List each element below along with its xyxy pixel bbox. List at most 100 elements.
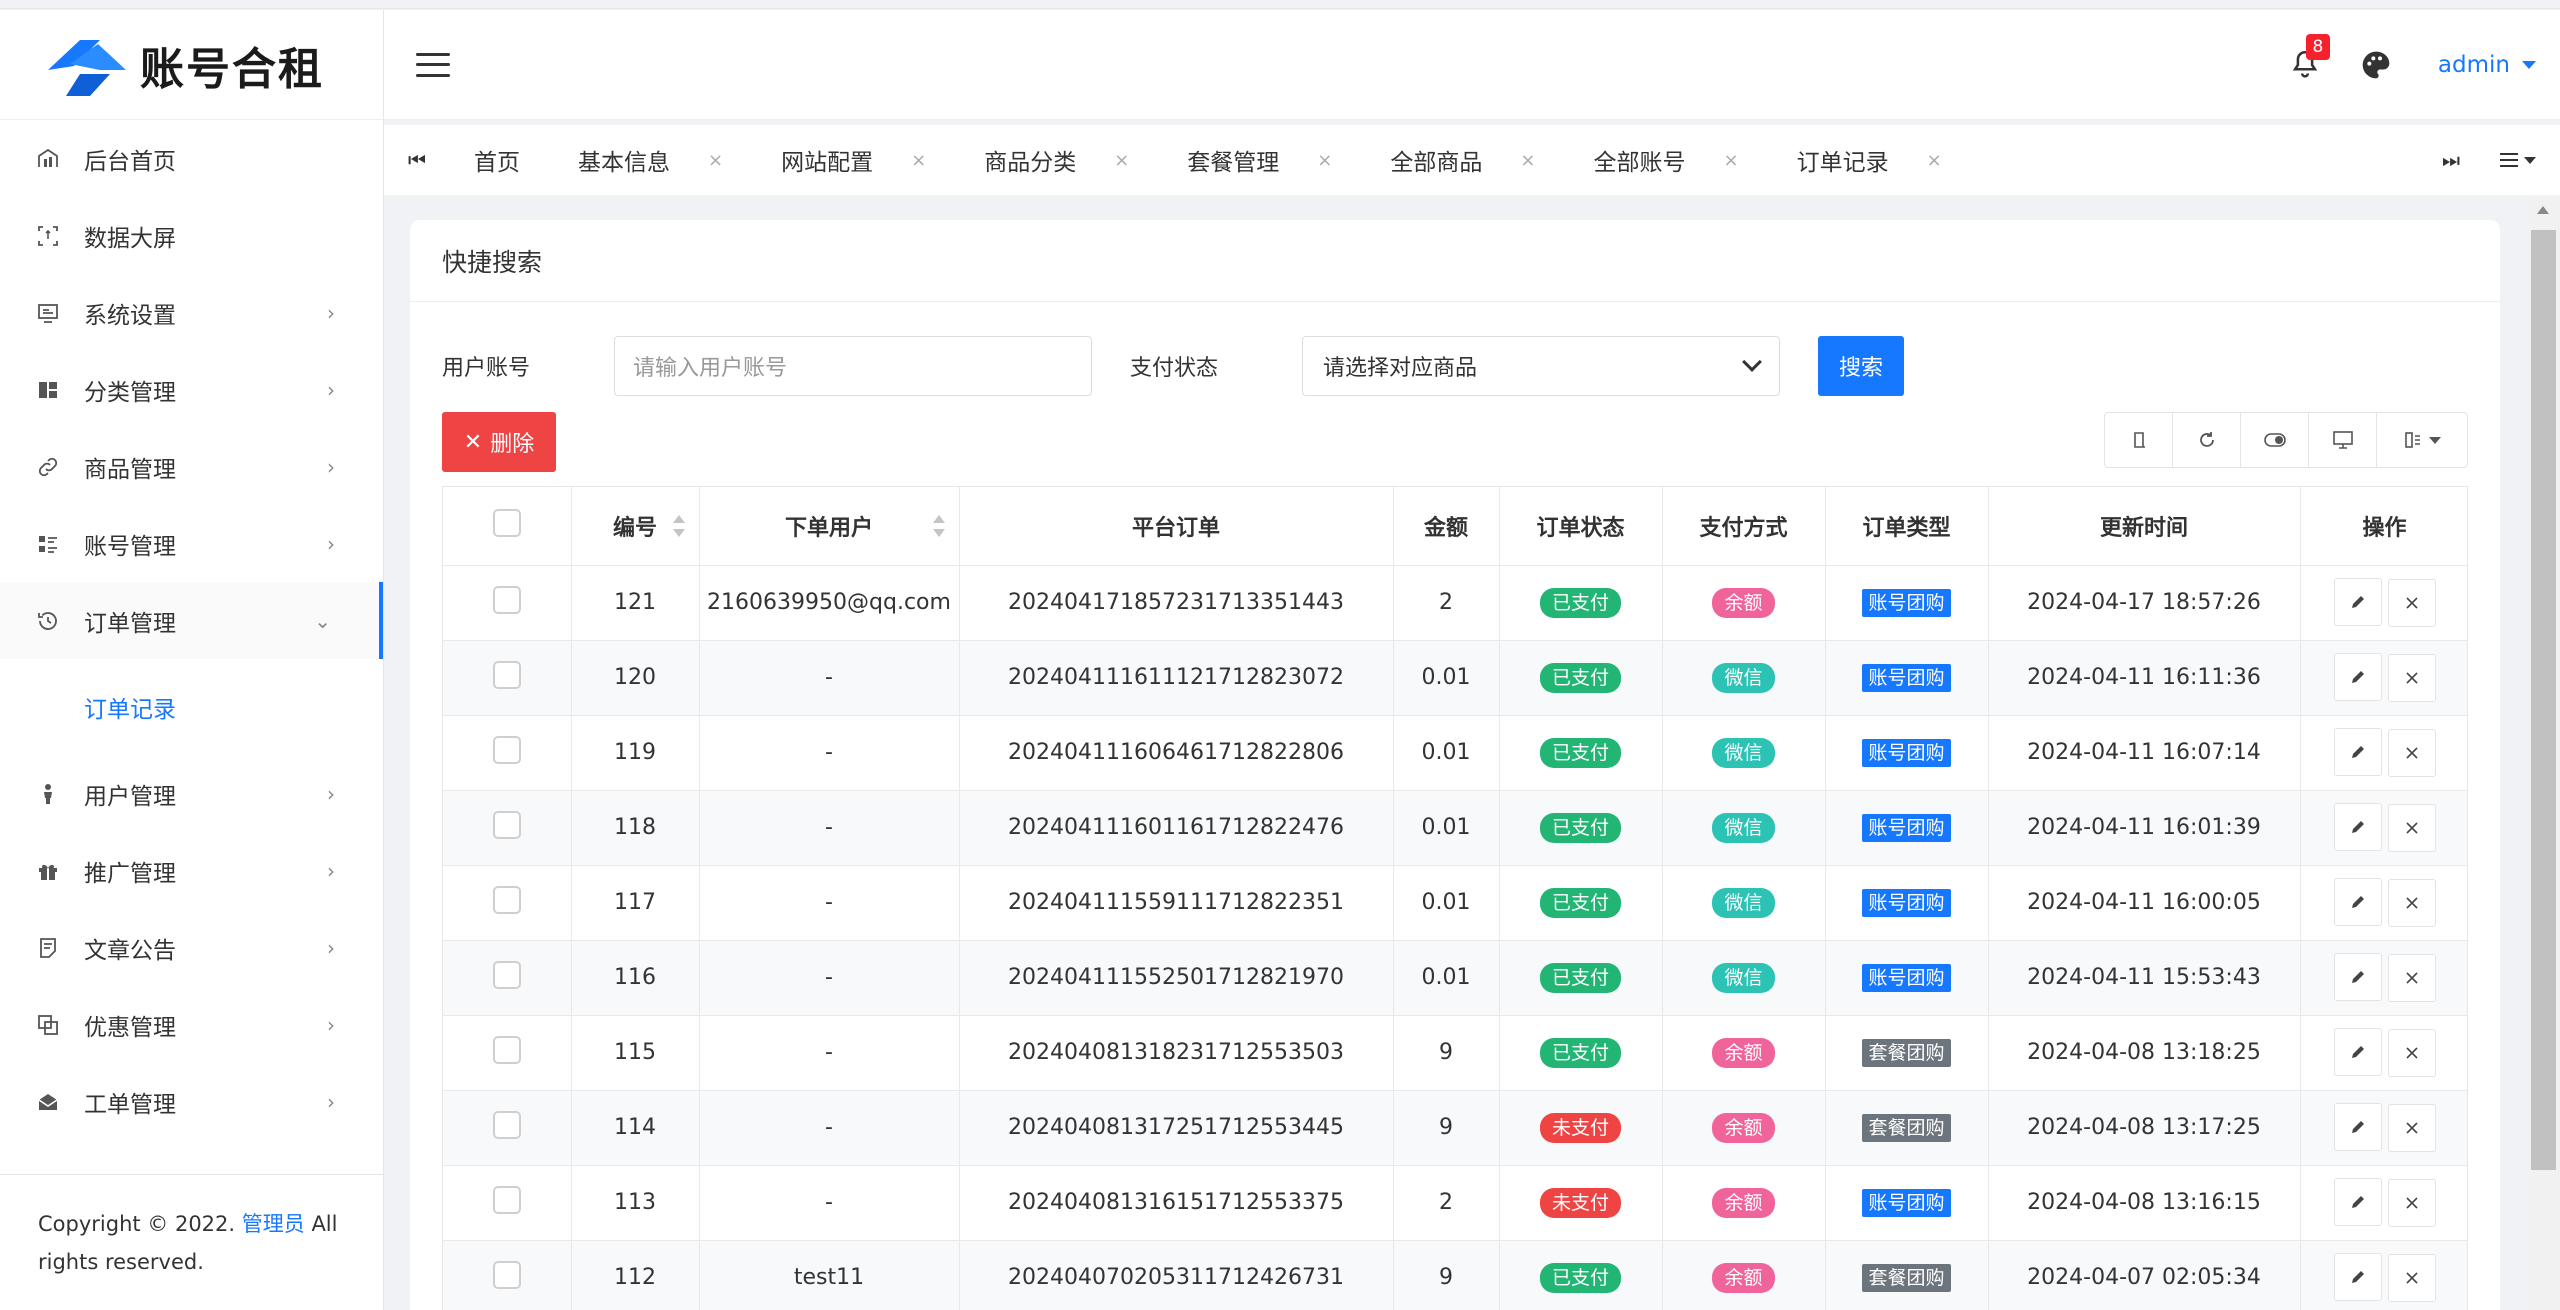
user-menu[interactable]: admin — [2438, 52, 2536, 78]
edit-icon[interactable] — [2333, 578, 2382, 626]
submenu-item-order-records[interactable]: 订单记录 — [0, 659, 383, 755]
tab-scroll-left-icon[interactable]: ⏮ — [392, 148, 442, 172]
tab-1[interactable]: 基本信息 × — [546, 125, 749, 195]
close-tab-icon[interactable]: × — [1114, 150, 1129, 171]
edit-icon[interactable] — [2333, 728, 2382, 776]
sidebar-item-category[interactable]: 分类管理 › — [0, 351, 383, 428]
delete-icon[interactable] — [2387, 1254, 2436, 1302]
cell-id: 117 — [571, 865, 700, 941]
cell-updated: 2024-04-08 13:16:15 — [1988, 1165, 2301, 1241]
edit-icon[interactable] — [2333, 953, 2382, 1001]
palette-icon[interactable] — [2360, 49, 2392, 81]
user-account-input[interactable]: 请输入用户账号 — [614, 336, 1092, 396]
delete-icon[interactable] — [2387, 579, 2436, 627]
row-checkbox[interactable] — [492, 1260, 521, 1289]
edit-icon[interactable] — [2333, 1103, 2382, 1151]
scroll-up-icon[interactable] — [2537, 206, 2549, 214]
sidebar-item-gift[interactable]: 推广管理 › — [0, 832, 383, 909]
row-checkbox[interactable] — [492, 1110, 521, 1139]
refresh-icon[interactable] — [2173, 413, 2241, 467]
tab-3[interactable]: 商品分类 × — [952, 125, 1155, 195]
tab-4[interactable]: 套餐管理 × — [1155, 125, 1358, 195]
row-checkbox[interactable] — [492, 885, 521, 914]
delete-icon[interactable] — [2387, 729, 2436, 777]
col-user[interactable]: 下单用户 — [699, 487, 960, 566]
delete-icon[interactable] — [2387, 654, 2436, 702]
sidebar-item-coupon[interactable]: 优惠管理 › — [0, 986, 383, 1063]
row-checkbox[interactable] — [492, 1185, 521, 1214]
sidebar-item-article[interactable]: 文章公告 › — [0, 909, 383, 986]
notification-bell[interactable]: 8 — [2288, 34, 2330, 82]
sidebar-item-label: 工单管理 — [84, 1091, 176, 1118]
tab-6[interactable]: 全部账号 × — [1561, 125, 1764, 195]
sidebar-item-settings[interactable]: 系统设置 › — [0, 274, 383, 351]
close-tab-icon[interactable]: × — [1520, 150, 1535, 171]
tab-7[interactable]: 订单记录 × — [1764, 125, 1968, 195]
edit-icon[interactable] — [2333, 803, 2382, 851]
pay-method-badge: 微信 — [1712, 962, 1775, 993]
columns-icon[interactable] — [2377, 413, 2467, 467]
tab-2[interactable]: 网站配置 × — [749, 125, 952, 195]
sidebar-item-history[interactable]: 订单管理 ⌄ — [0, 582, 383, 659]
sidebar-item-screen[interactable]: 数据大屏 — [0, 197, 383, 274]
row-checkbox[interactable] — [492, 735, 521, 764]
close-tab-icon[interactable]: × — [911, 150, 926, 171]
delete-icon[interactable] — [2387, 954, 2436, 1002]
tab-options-menu[interactable] — [2500, 125, 2536, 195]
logo-mark-icon — [48, 39, 126, 96]
tab-5[interactable]: 全部商品 × — [1358, 125, 1561, 195]
edit-icon[interactable] — [2333, 1253, 2382, 1301]
edit-icon[interactable] — [2333, 653, 2382, 701]
row-checkbox[interactable] — [492, 1035, 521, 1064]
table-row[interactable]: 119-202404111606461712822806 0.01 已支付 微信 账号团… — [443, 715, 2467, 791]
sidebar-item-user[interactable]: 用户管理 › — [0, 755, 383, 832]
row-checkbox[interactable] — [492, 810, 521, 839]
close-tab-icon[interactable]: × — [1723, 150, 1738, 171]
delete-button[interactable]: ✕ 删除 — [442, 412, 556, 472]
edit-icon[interactable] — [2333, 1178, 2382, 1226]
tab-list: 首页 基本信息 × 网站配置 × 商品分类 × 套餐管理 × 全部商品 × 全部账号 × 订单记录 × — [442, 125, 1968, 195]
delete-icon[interactable] — [2387, 879, 2436, 927]
tab-scroll-right-icon[interactable]: ⏭ — [2442, 125, 2460, 195]
table-row[interactable]: 114-202404081317251712553445 9 未支付 余额 套餐团购 20… — [443, 1090, 2467, 1166]
close-tab-icon[interactable]: × — [1317, 150, 1332, 171]
admin-link[interactable]: 管理员 — [242, 1212, 305, 1236]
fullscreen-icon[interactable] — [2309, 413, 2377, 467]
tab-0[interactable]: 首页 — [442, 125, 546, 195]
table-row[interactable]: 116-202404111552501712821970 0.01 已支付 微信 账号团… — [443, 940, 2467, 1016]
page-scrollbar[interactable] — [2527, 198, 2560, 1310]
delete-icon[interactable] — [2387, 1104, 2436, 1152]
sidebar-item-ticket[interactable]: 工单管理 › — [0, 1063, 383, 1140]
scrollbar-thumb[interactable] — [2531, 230, 2556, 1170]
sidebar-item-account-list[interactable]: 账号管理 › — [0, 505, 383, 582]
logo[interactable]: 账号合租 — [0, 10, 383, 120]
delete-icon[interactable] — [2387, 1029, 2436, 1077]
table-row[interactable]: 117-202404111559111712822351 0.01 已支付 微信 账号团… — [443, 865, 2467, 941]
table-row[interactable]: 115-202404081318231712553503 9 已支付 余额 套餐团购 20… — [443, 1015, 2467, 1091]
cell-status: 已支付 — [1499, 865, 1663, 941]
pay-status-select[interactable]: 请选择对应商品 — [1302, 336, 1780, 396]
table-row[interactable]: 113-202404081316151712553375 2 未支付 余额 账号团购 20… — [443, 1165, 2467, 1241]
table-row[interactable]: 120-202404111611121712823072 0.01 已支付 微信 账号团… — [443, 640, 2467, 716]
row-checkbox[interactable] — [492, 585, 521, 614]
sidebar-item-dashboard[interactable]: 后台首页 — [0, 120, 383, 197]
menu-toggle-icon[interactable] — [416, 52, 450, 77]
select-all-checkbox[interactable] — [492, 508, 521, 537]
col-id[interactable]: 编号 — [571, 487, 700, 566]
edit-icon[interactable] — [2333, 1028, 2382, 1076]
close-tab-icon[interactable]: × — [1927, 150, 1942, 171]
edit-icon[interactable] — [2333, 878, 2382, 926]
delete-icon[interactable] — [2387, 1179, 2436, 1227]
export-icon[interactable] — [2105, 413, 2173, 467]
sidebar-item-link[interactable]: 商品管理 › — [0, 428, 383, 505]
table-row[interactable]: 121 2160639950@qq.com 20240417185723171335… — [443, 565, 2467, 641]
cell-actions — [2300, 1015, 2467, 1091]
search-button[interactable]: 搜索 — [1818, 336, 1904, 396]
row-checkbox[interactable] — [492, 660, 521, 689]
close-tab-icon[interactable]: × — [708, 150, 723, 171]
row-checkbox[interactable] — [492, 960, 521, 989]
table-row[interactable]: 118-202404111601161712822476 0.01 已支付 微信 账号团… — [443, 790, 2467, 866]
toggle-icon[interactable] — [2241, 413, 2309, 467]
table-row[interactable]: 112 test11 202404070205311712426731 9 已支付 余额 套… — [443, 1240, 2467, 1310]
delete-icon[interactable] — [2387, 804, 2436, 852]
